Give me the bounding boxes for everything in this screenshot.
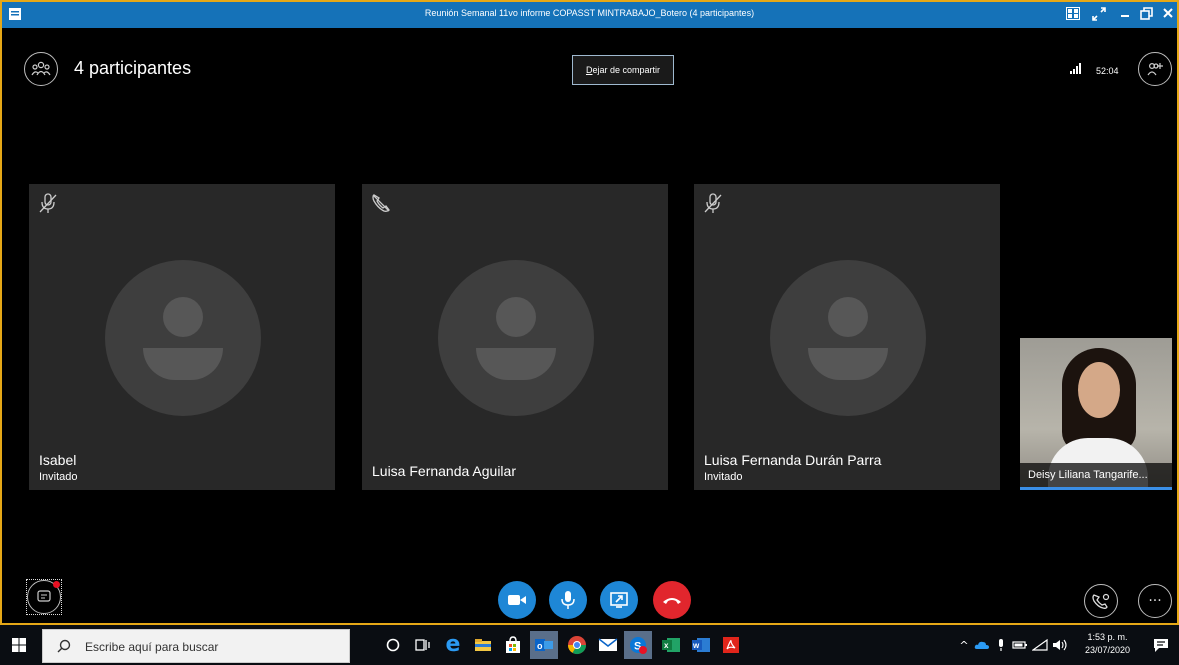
self-video-preview[interactable]: Deisy Liliana Tangarife... xyxy=(1020,338,1172,490)
participants-button[interactable] xyxy=(24,52,58,86)
action-center-icon[interactable] xyxy=(1150,634,1172,656)
battery-icon[interactable] xyxy=(1012,634,1028,656)
acrobat-icon[interactable] xyxy=(720,634,742,656)
onedrive-icon[interactable] xyxy=(974,634,990,656)
unread-indicator xyxy=(53,581,60,588)
windows-start-icon[interactable] xyxy=(8,634,30,656)
share-screen-button[interactable] xyxy=(600,581,638,619)
show-hidden-icons-icon[interactable]: ^ xyxy=(958,634,970,656)
store-icon[interactable] xyxy=(502,634,524,656)
self-view-name: Deisy Liliana Tangarife... xyxy=(1020,463,1172,487)
microphone-tray-icon[interactable] xyxy=(994,634,1008,656)
call-timer: 52:04 xyxy=(1096,66,1119,76)
participants-count[interactable]: 4 participantes xyxy=(74,58,191,79)
add-participant-button[interactable] xyxy=(1138,52,1172,86)
windows-taskbar: Escribe aquí para buscar e o S x w ^ 1:5… xyxy=(0,623,1179,665)
call-controls-button[interactable] xyxy=(1084,584,1118,618)
participant-role: Invitado xyxy=(39,471,78,483)
taskbar-clock[interactable]: 1:53 p. m. 23/07/2020 xyxy=(1085,631,1130,657)
ellipsis-icon: ··· xyxy=(1148,593,1162,609)
clock-time: 1:53 p. m. xyxy=(1087,632,1128,642)
microphone-icon xyxy=(561,591,575,609)
search-icon xyxy=(57,639,71,653)
chrome-icon[interactable] xyxy=(566,634,588,656)
more-options-button[interactable]: ··· xyxy=(1138,584,1172,618)
video-button[interactable] xyxy=(498,581,536,619)
restore-icon[interactable] xyxy=(1140,7,1153,24)
close-icon[interactable] xyxy=(1162,7,1174,23)
stop-sharing-button[interactable]: Dejar de compartir xyxy=(572,55,674,85)
active-speaker-bar xyxy=(1020,487,1172,490)
outlook-icon[interactable]: o xyxy=(530,631,558,659)
video-camera-icon xyxy=(508,595,526,605)
add-people-icon xyxy=(1147,62,1163,76)
svg-text:o: o xyxy=(537,641,543,651)
clock-date: 23/07/2020 xyxy=(1085,645,1131,655)
participant-name: Luisa Fernanda Durán Parra xyxy=(704,452,882,468)
participant-tile[interactable]: Luisa Fernanda Durán Parra Invitado xyxy=(694,184,1000,490)
wifi-icon[interactable] xyxy=(1032,634,1048,656)
avatar-placeholder xyxy=(770,260,926,416)
excel-icon[interactable]: x xyxy=(660,634,682,656)
stop-sharing-label: ejar de compartir xyxy=(592,65,661,75)
phone-muted-icon xyxy=(372,194,390,212)
volume-icon[interactable] xyxy=(1052,634,1070,656)
participant-name: Isabel xyxy=(39,452,77,468)
file-explorer-icon[interactable] xyxy=(472,634,494,656)
participant-name: Luisa Fernanda Aguilar xyxy=(372,463,516,479)
svg-text:x: x xyxy=(664,641,669,650)
phone-settings-icon xyxy=(1092,593,1110,609)
microphone-button[interactable] xyxy=(549,581,587,619)
mic-muted-icon xyxy=(39,193,57,213)
conversation-button[interactable] xyxy=(26,579,62,615)
title-bar: Reunión Semanal 11vo informe COPASST MIN… xyxy=(2,2,1177,28)
window-title: Reunión Semanal 11vo informe COPASST MIN… xyxy=(424,8,755,18)
edge-icon[interactable]: e xyxy=(442,634,464,656)
hang-up-icon xyxy=(663,598,681,604)
avatar-placeholder xyxy=(438,260,594,416)
participant-role: Invitado xyxy=(704,471,743,483)
people-icon xyxy=(31,61,51,76)
task-view-icon[interactable] xyxy=(412,634,434,656)
mic-muted-icon xyxy=(704,193,722,213)
word-icon[interactable]: w xyxy=(690,634,712,656)
taskbar-search-input[interactable]: Escribe aquí para buscar xyxy=(42,629,350,663)
hang-up-button[interactable] xyxy=(653,581,691,619)
layout-icon[interactable] xyxy=(1066,7,1080,24)
participant-tile[interactable]: Luisa Fernanda Aguilar xyxy=(362,184,668,490)
signal-strength-icon xyxy=(1070,63,1081,74)
call-stage: 4 participantes Dejar de compartir 52:04… xyxy=(2,28,1177,623)
skype-business-icon[interactable]: S xyxy=(624,631,652,659)
mail-icon[interactable] xyxy=(597,634,619,656)
svg-text:w: w xyxy=(692,641,700,650)
avatar-placeholder xyxy=(105,260,261,416)
share-screen-icon xyxy=(610,592,628,608)
search-placeholder: Escribe aquí para buscar xyxy=(85,640,219,654)
participant-tile[interactable]: Isabel Invitado xyxy=(29,184,335,490)
fullscreen-icon[interactable] xyxy=(1092,7,1106,25)
cortana-icon[interactable] xyxy=(382,634,404,656)
minimize-icon[interactable] xyxy=(1119,7,1131,25)
